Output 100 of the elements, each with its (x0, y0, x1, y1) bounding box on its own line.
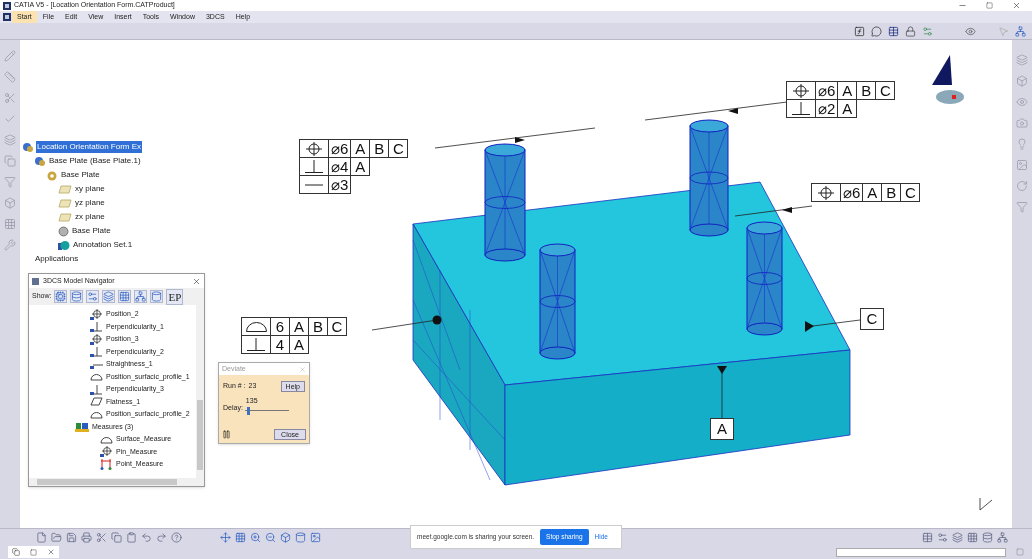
chip-icon[interactable] (54, 290, 68, 303)
app-icon (32, 277, 39, 285)
lock-icon[interactable] (905, 25, 916, 37)
wrench-icon[interactable] (4, 239, 16, 251)
redo-icon[interactable] (156, 531, 167, 543)
grid-icon[interactable] (4, 218, 16, 230)
square-icon[interactable] (1016, 548, 1024, 556)
formula-icon[interactable] (854, 25, 865, 37)
pan-icon[interactable] (220, 531, 231, 543)
new-file-icon[interactable] (36, 531, 47, 543)
position-symbol (306, 141, 322, 156)
slider-thumb[interactable] (246, 406, 250, 415)
leader-dot (432, 315, 442, 325)
parallelogram-icon (89, 396, 103, 408)
copy-icon[interactable] (4, 155, 16, 167)
annotation-icon (58, 239, 70, 251)
help-icon[interactable] (171, 531, 182, 543)
rotate-icon[interactable] (1016, 180, 1028, 192)
close-button[interactable] (1012, 1, 1021, 10)
perpendicularity-symbol (247, 338, 265, 351)
grid-icon[interactable] (118, 290, 132, 303)
camera-icon[interactable] (1016, 117, 1028, 129)
view-icon[interactable] (965, 25, 976, 37)
scissors-icon[interactable] (4, 92, 16, 104)
database-icon[interactable] (70, 290, 84, 303)
database-icon[interactable] (982, 531, 993, 543)
app-icon (3, 13, 11, 21)
network-icon[interactable] (997, 531, 1008, 543)
tree-item[interactable]: Annotation Set.1 (72, 239, 134, 251)
layers-icon[interactable] (952, 531, 963, 543)
tree-item[interactable]: zx plane (74, 211, 106, 223)
box-icon[interactable] (1016, 75, 1028, 87)
filter-button[interactable]: EP (166, 288, 184, 305)
settings-icon[interactable] (922, 25, 933, 37)
settings-icon[interactable] (86, 290, 100, 303)
zoom-out-icon[interactable] (265, 531, 276, 543)
image-icon[interactable] (310, 531, 321, 543)
pencil-icon[interactable] (4, 50, 16, 62)
layers-icon[interactable] (4, 134, 16, 146)
filter-icon[interactable] (1016, 201, 1028, 213)
cylinder-icon[interactable] (150, 290, 164, 303)
tree-item[interactable]: Base Plate (71, 225, 112, 237)
datum-label: C (860, 308, 884, 330)
image-icon[interactable] (1016, 159, 1028, 171)
ruler-icon[interactable] (4, 71, 16, 83)
zoom-in-icon[interactable] (250, 531, 261, 543)
network-icon[interactable] (1015, 25, 1026, 37)
lightbulb-icon[interactable] (1016, 138, 1028, 150)
cut-icon[interactable] (96, 531, 107, 543)
perpendicularity-symbol (305, 160, 323, 173)
frame-value: C (327, 317, 347, 336)
grid-icon[interactable] (967, 531, 978, 543)
settings-icon[interactable] (937, 531, 948, 543)
maximize-button[interactable] (986, 2, 993, 9)
restore-icon[interactable] (12, 548, 20, 556)
layers-icon[interactable] (1016, 54, 1028, 66)
arc-icon (89, 371, 103, 383)
cylinder-icon[interactable] (295, 531, 306, 543)
leader-line (805, 319, 861, 332)
point-measure-icon (99, 458, 113, 470)
pause-icon[interactable] (222, 430, 231, 439)
compass-drawing (932, 55, 964, 104)
eye-icon[interactable] (1016, 96, 1028, 108)
frame-value: A (862, 183, 883, 202)
fit-icon[interactable] (235, 531, 246, 543)
comment-icon[interactable] (871, 25, 882, 37)
product-icon (22, 141, 34, 153)
maximize-icon[interactable] (30, 548, 37, 556)
copy-icon[interactable] (111, 531, 122, 543)
close-icon[interactable] (47, 548, 55, 556)
delay-slider[interactable] (244, 406, 289, 415)
undo-icon[interactable] (141, 531, 152, 543)
tree-item[interactable]: Location Orientation Form Ex (36, 141, 143, 153)
horizontal-scrollbar[interactable] (29, 478, 204, 486)
position-symbol (818, 185, 834, 200)
table-icon[interactable] (888, 25, 899, 37)
cube-icon[interactable] (280, 531, 291, 543)
tree-item[interactable]: yz plane (74, 197, 106, 209)
network-icon[interactable] (134, 290, 148, 303)
tree-item[interactable]: Base Plate (60, 169, 101, 181)
frame-value: C (900, 183, 921, 202)
paste-icon[interactable] (126, 531, 137, 543)
frame-value: B (308, 317, 328, 336)
command-field[interactable] (836, 547, 1006, 557)
layers-icon[interactable] (102, 290, 116, 303)
save-icon[interactable] (66, 531, 77, 543)
tree-item[interactable]: Base Plate (Base Plate.1) (48, 155, 142, 167)
table-icon[interactable] (922, 531, 933, 543)
box-icon[interactable] (4, 197, 16, 209)
filter-icon[interactable] (4, 176, 16, 188)
tree-item[interactable]: xy plane (74, 183, 106, 195)
datum-label: A (710, 418, 734, 440)
frame-value: B (856, 81, 877, 100)
open-folder-icon[interactable] (51, 531, 62, 543)
close-button[interactable] (192, 276, 201, 286)
pointer-icon[interactable] (998, 25, 1009, 37)
print-icon[interactable] (81, 531, 92, 543)
tree-item[interactable]: Applications (34, 253, 80, 265)
plane-icon (58, 198, 72, 208)
check-icon[interactable] (4, 113, 16, 125)
